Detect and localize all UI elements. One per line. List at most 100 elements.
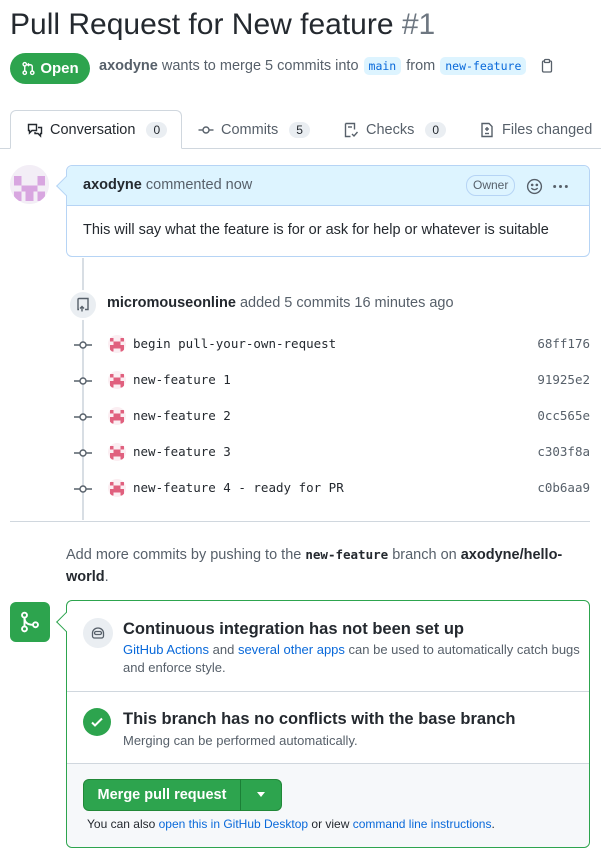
git-merge-icon	[21, 611, 39, 633]
tab-commits[interactable]: Commits 5	[198, 110, 310, 149]
conflicts-title: This branch has no conflicts with the ba…	[123, 710, 516, 728]
commit-sha[interactable]: c303f8a	[537, 444, 590, 459]
pr-number: #1	[401, 8, 436, 41]
merge-status-badge	[10, 602, 50, 642]
avatar[interactable]	[108, 479, 126, 497]
merge-pull-request-button[interactable]: Merge pull request	[83, 779, 241, 811]
command-line-link[interactable]: command line instructions	[353, 817, 492, 831]
also-text: or view	[311, 817, 350, 831]
tab-label: Commits	[221, 121, 279, 138]
identicon-avatar	[10, 165, 49, 204]
pr-title: Pull Request for New feature #1	[10, 6, 435, 44]
timeline-divider	[10, 521, 590, 522]
tab-checks[interactable]: Checks 0	[343, 110, 447, 149]
head-branch[interactable]: new-feature	[440, 57, 527, 75]
merge-method-dropdown[interactable]	[240, 779, 282, 811]
comment-header: axodyne commented now Owner	[67, 166, 589, 206]
pr-author-link[interactable]: axodyne	[99, 58, 158, 74]
ci-section: Continuous integration has not been set …	[67, 601, 589, 692]
comment-box: axodyne commented now Owner This will sa…	[56, 165, 590, 257]
github-desktop-link[interactable]: open this in GitHub Desktop	[159, 817, 308, 831]
push-event-detail: added 5 commits 16 minutes ago	[239, 295, 454, 311]
other-apps-link[interactable]: several other apps	[238, 642, 345, 657]
state-badge: Open	[10, 53, 90, 84]
commit-sha[interactable]: 91925e2	[537, 372, 590, 387]
pr-meta: axodyne wants to merge 5 commits into ma…	[99, 57, 555, 75]
commit-message[interactable]: begin pull-your-own-request	[133, 336, 336, 351]
pr-meta-text: wants to merge 5 commits into	[161, 58, 359, 74]
commit-row[interactable]: new-feature 3 c303f8a	[74, 443, 590, 463]
checklist-icon	[344, 122, 359, 137]
git-commit-icon	[74, 449, 92, 457]
tab-label: Files changed	[502, 121, 593, 138]
repo-push-icon	[77, 297, 89, 312]
git-commit-icon	[74, 485, 92, 493]
avatar[interactable]	[108, 407, 126, 425]
commit-row[interactable]: begin pull-your-own-request 68ff176	[74, 335, 590, 355]
pull-request-icon	[22, 61, 35, 76]
check-badge	[83, 708, 111, 736]
tab-count: 5	[289, 121, 310, 138]
commit-sha[interactable]: 0cc565e	[537, 408, 590, 423]
comment-discussion-icon	[27, 123, 43, 138]
git-commit-icon	[74, 341, 92, 349]
commit-message[interactable]: new-feature 4 - ready for PR	[133, 480, 344, 495]
kebab-horizontal-icon[interactable]	[552, 178, 569, 195]
commit-sha[interactable]: 68ff176	[537, 336, 590, 351]
commit-row[interactable]: new-feature 1 91925e2	[74, 371, 590, 391]
commit-message[interactable]: new-feature 1	[133, 372, 231, 387]
triangle-down-icon	[257, 792, 265, 797]
base-branch[interactable]: main	[363, 57, 402, 75]
tab-label: Checks	[366, 121, 415, 138]
commit-message[interactable]: new-feature 2	[133, 408, 231, 423]
comment-body: This will say what the feature is for or…	[83, 222, 549, 238]
from-word: from	[406, 58, 436, 74]
hint-text: branch on	[392, 547, 457, 563]
commit-row[interactable]: new-feature 4 - ready for PR c0b6aa9	[74, 479, 590, 499]
conflicts-section: This branch has no conflicts with the ba…	[67, 692, 589, 764]
merge-alternatives: You can also open this in GitHub Desktop…	[87, 817, 495, 831]
file-diff-icon	[481, 122, 493, 137]
hint-text: Add more commits by pushing to the	[66, 547, 302, 563]
tab-count: 0	[146, 121, 168, 138]
owner-badge: Owner	[466, 175, 516, 196]
tab-files-changed[interactable]: Files changed	[479, 110, 592, 149]
git-commit-icon	[74, 413, 92, 421]
git-commit-icon	[198, 125, 214, 134]
merge-box: Continuous integration has not been set …	[56, 600, 590, 848]
push-user-link[interactable]: micromouseonline	[107, 295, 236, 311]
avatar[interactable]	[108, 443, 126, 461]
avatar[interactable]	[108, 335, 126, 353]
tab-conversation[interactable]: Conversation 0	[10, 110, 182, 149]
tab-label: Conversation	[50, 121, 136, 138]
git-commit-icon	[74, 377, 92, 385]
hint-branch: new-feature	[305, 547, 389, 562]
also-text: You can also	[87, 817, 156, 831]
comment-author-link[interactable]: axodyne	[83, 177, 142, 193]
github-actions-link[interactable]: GitHub Actions	[123, 642, 209, 657]
commit-row[interactable]: new-feature 2 0cc565e	[74, 407, 590, 427]
pr-title-text: Pull Request for New feature	[10, 8, 394, 41]
avatar[interactable]	[10, 165, 49, 204]
comment-meta: axodyne commented now	[83, 177, 252, 193]
check-icon	[91, 717, 103, 727]
comment-action: commented now	[145, 177, 253, 193]
push-hint: Add more commits by pushing to the new-f…	[66, 544, 576, 588]
also-end: .	[491, 817, 495, 831]
ci-and: and	[212, 642, 235, 657]
conflicts-subtitle: Merging can be performed automatically.	[123, 733, 358, 748]
robot-icon	[91, 627, 105, 639]
repo-push-badge	[68, 290, 98, 320]
avatar[interactable]	[108, 371, 126, 389]
ci-title: Continuous integration has not been set …	[123, 620, 464, 638]
tab-count: 0	[425, 121, 447, 138]
state-label: Open	[40, 60, 79, 77]
copy-icon[interactable]	[539, 58, 555, 74]
hint-end: .	[104, 569, 109, 585]
merge-actions: Merge pull request You can also open thi…	[67, 764, 589, 847]
ci-badge	[83, 618, 113, 648]
commit-message[interactable]: new-feature 3	[133, 444, 231, 459]
smiley-icon[interactable]	[526, 178, 543, 195]
ci-description: GitHub Actions and several other apps ca…	[123, 641, 583, 677]
commit-sha[interactable]: c0b6aa9	[537, 480, 590, 495]
